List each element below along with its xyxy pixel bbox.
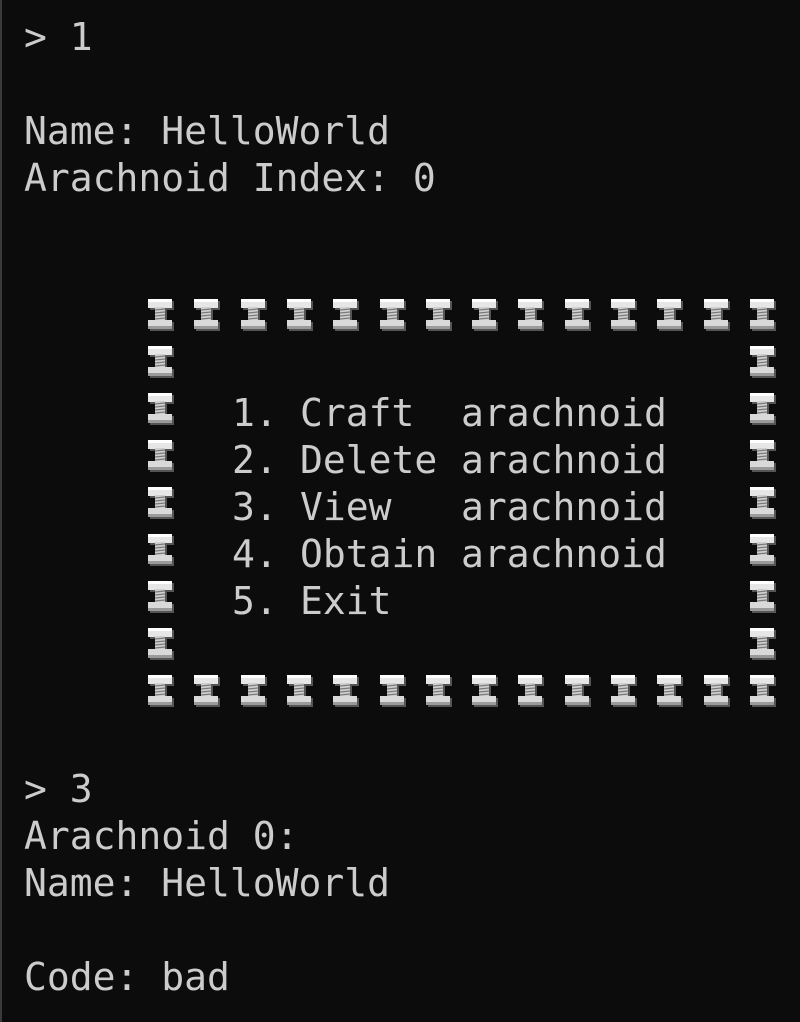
command-prompt-1: > 1 [24, 15, 93, 59]
menu-item-number: 1. [232, 391, 278, 435]
terminal-window[interactable]: > 1 Name: HelloWorld Arachnoid Index: 0 … [0, 0, 800, 1022]
bolt-icon [564, 675, 591, 707]
bolt-icon [749, 628, 776, 660]
menu-item-craft: 1. Craft arachnoid [232, 390, 667, 437]
bolt-icon [749, 487, 776, 519]
bolt-icon [148, 487, 174, 519]
menu-item-number: 2. [232, 438, 278, 482]
arachnoid-index-line: Arachnoid Index: 0 [24, 156, 436, 200]
bolt-icon [286, 299, 313, 331]
bolt-icon [472, 675, 499, 707]
arachnoid-code-line: Code: bad [24, 955, 230, 999]
bolt-icon [518, 675, 545, 707]
bolt-icon [148, 346, 174, 378]
menu-item-exit: 5. Exit [232, 578, 461, 625]
menu-item-noun: arachnoid [461, 532, 667, 576]
bolt-icon [286, 675, 313, 707]
bolt-icon [240, 675, 267, 707]
menu-item-delete: 2. Delete arachnoid [232, 437, 667, 484]
bolt-icon [194, 675, 221, 707]
bolt-icon [611, 299, 637, 331]
menu-item-noun: arachnoid [461, 485, 667, 529]
bolt-icon [657, 299, 684, 331]
bolt-icon [749, 393, 776, 425]
bolt-icon [148, 440, 174, 472]
bolt-icon [703, 675, 730, 707]
menu-item-noun: arachnoid [461, 438, 667, 482]
bolt-icon [611, 675, 637, 707]
bolt-icon [749, 440, 776, 472]
command-prompt-2: > 3 [24, 767, 93, 811]
bolt-icon [564, 299, 591, 331]
bolt-icon [333, 675, 360, 707]
bolt-icon [240, 299, 267, 331]
arachnoid-header-line: Arachnoid 0: [24, 814, 299, 858]
menu-item-verb: Exit [300, 579, 392, 623]
menu-item-verb: Delete [300, 438, 438, 482]
arachnoid-name-line: Name: HelloWorld [24, 109, 391, 153]
bolt-icon [749, 346, 776, 378]
menu-item-view: 3. View arachnoid [232, 484, 667, 531]
bolt-icon [657, 675, 684, 707]
bolt-icon [379, 299, 406, 331]
menu-item-verb: View [300, 485, 392, 529]
menu-item-noun: arachnoid [461, 391, 667, 435]
bolt-icon [749, 581, 776, 613]
menu-item-number: 5. [232, 579, 278, 623]
arachnoid-view-name-line: Name: HelloWorld [24, 861, 391, 905]
menu-item-number: 4. [232, 532, 278, 576]
menu-item-number: 3. [232, 485, 278, 529]
bolt-icon [194, 299, 221, 331]
bolt-icon [749, 299, 776, 331]
bolt-icon [148, 628, 174, 660]
bolt-icon [472, 299, 499, 331]
bolt-icon [703, 299, 730, 331]
bolt-icon [148, 675, 174, 707]
bolt-icon [148, 581, 174, 613]
bolt-icon [425, 675, 452, 707]
bolt-icon [148, 393, 174, 425]
bolt-icon [749, 675, 776, 707]
bolt-icon [148, 299, 174, 331]
bolt-icon [749, 534, 776, 566]
menu-item-verb: Craft [300, 391, 415, 435]
menu-item-verb: Obtain [300, 532, 438, 576]
bolt-icon [333, 299, 360, 331]
bolt-icon [518, 299, 545, 331]
menu-item-obtain: 4. Obtain arachnoid [232, 531, 667, 578]
bolt-icon [148, 534, 174, 566]
bolt-icon [379, 675, 406, 707]
bolt-icon [425, 299, 452, 331]
